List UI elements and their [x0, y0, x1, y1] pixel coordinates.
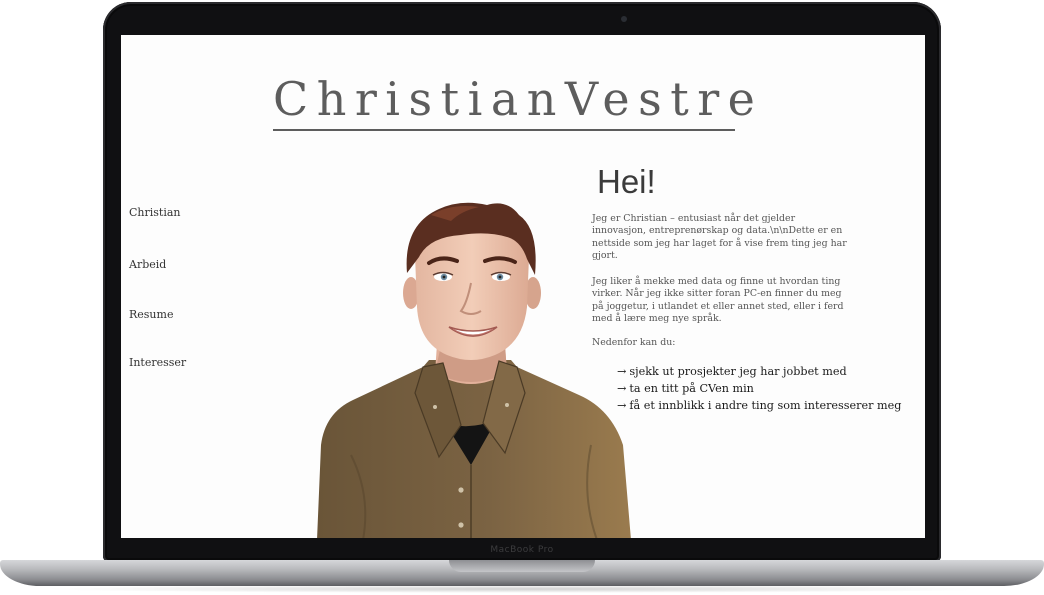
laptop-notch [449, 560, 595, 572]
nav-item-christian[interactable]: Christian [129, 206, 181, 219]
laptop-model-label: MacBook Pro [490, 545, 554, 555]
screen: ChristianVestre Christian Arbeid Resume … [121, 35, 925, 538]
intro-heading: Hei! [597, 163, 656, 200]
link-projects-label: sjekk ut prosjekter jeg har jobbet med [629, 365, 847, 378]
intro-paragraph-2: Jeg liker å mekke med data og finne ut h… [592, 276, 844, 325]
arrow-right-icon: → [617, 399, 627, 412]
site-title[interactable]: ChristianVestre [273, 73, 755, 131]
laptop-shadow [40, 585, 1004, 593]
link-cv-label: ta en titt på CVen min [629, 382, 754, 395]
nav-item-resume[interactable]: Resume [129, 308, 173, 321]
nav-item-interesser[interactable]: Interesser [129, 356, 186, 369]
nav-item-arbeid[interactable]: Arbeid [129, 258, 166, 271]
arrow-right-icon: → [617, 382, 627, 395]
link-cv[interactable]: → ta en titt på CVen min [617, 380, 901, 397]
link-projects[interactable]: → sjekk ut prosjekter jeg har jobbet med [617, 363, 901, 380]
link-interests-label: få et innblikk i andre ting som interess… [629, 399, 902, 412]
intro-link-list: → sjekk ut prosjekter jeg har jobbet med … [617, 363, 901, 414]
intro-paragraph-3: Nedenfor kan du: [592, 337, 676, 348]
camera-icon [621, 16, 627, 22]
intro-paragraph-1: Jeg er Christian – entusiast når det gje… [592, 213, 847, 262]
link-interests[interactable]: → få et innblikk i andre ting som interes… [617, 397, 901, 414]
arrow-right-icon: → [617, 365, 627, 378]
